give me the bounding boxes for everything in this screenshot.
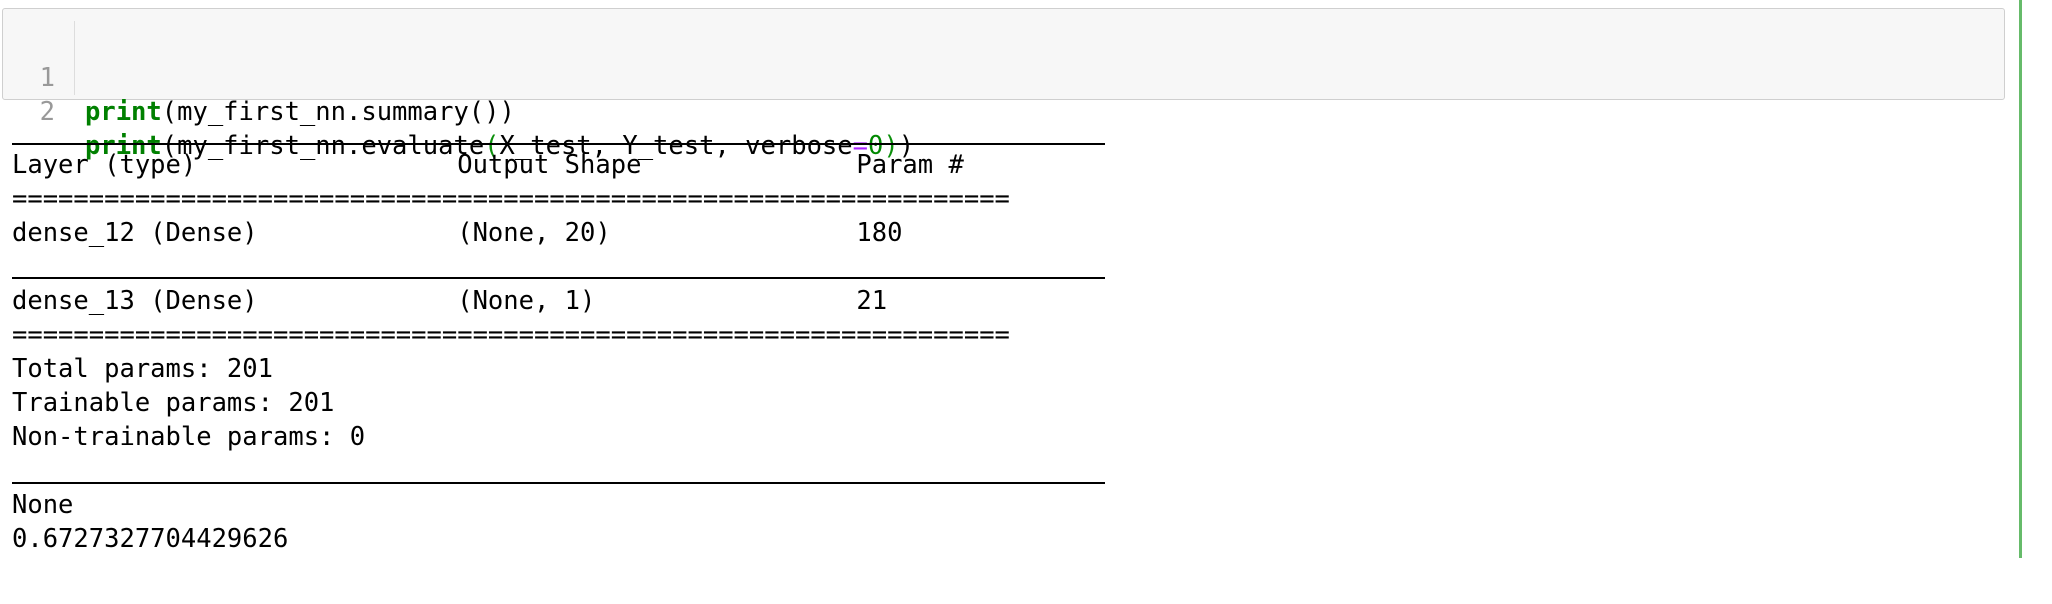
cell-output: Layer (type) Output Shape Param # ======… (12, 128, 1212, 558)
keyword-print: print (85, 97, 162, 127)
evaluate-result: 0.6727327704429626 (12, 524, 289, 554)
summary-return-value: None (12, 490, 74, 520)
table-rule (12, 277, 1105, 279)
summary-row: dense_13 (Dense) (None, 1) 21 (12, 286, 1010, 316)
summary-header: Layer (type) Output Shape Param # (12, 150, 1010, 180)
non-trainable-params: Non-trainable params: 0 (12, 422, 366, 452)
total-params: Total params: 201 (12, 354, 273, 384)
line-number: 2 (39, 97, 55, 127)
summary-row: dense_12 (Dense) (None, 20) 180 (12, 218, 1010, 248)
trainable-params: Trainable params: 201 (12, 388, 335, 418)
table-rule (12, 482, 1105, 484)
code-cell-input[interactable]: 1 print(my_first_nn.summary()) 2 print(m… (2, 8, 2005, 161)
summary-equals-line: ========================================… (12, 320, 1010, 350)
code-line-1[interactable]: 1 print(my_first_nn.summary()) (3, 27, 2004, 127)
code-line-2[interactable]: 2 print(my_first_nn.evaluate(X_test, Y_t… (3, 61, 2004, 161)
code-text[interactable]: print(my_first_nn.summary()) (85, 95, 515, 129)
cell-selection-border (2019, 0, 2022, 558)
summary-equals-line: ========================================… (12, 184, 1010, 214)
table-rule (12, 143, 1105, 145)
code-segment: (my_first_nn.summary()) (161, 97, 515, 127)
